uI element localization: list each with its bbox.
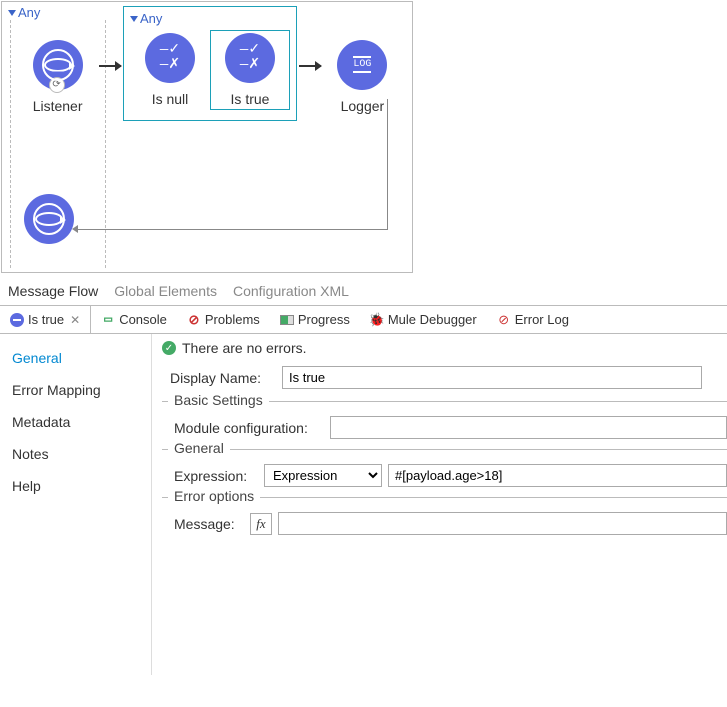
error-options-legend: Error options [168,488,260,504]
basic-settings-legend: Basic Settings [168,392,269,408]
general-fieldset: General Expression: Expression [162,449,727,487]
tab-console-label: Console [119,312,167,327]
tab-message-flow[interactable]: Message Flow [2,281,104,301]
connector-badge-icon: ⟳ [49,77,65,93]
flow-row: ⟳ Listener Any —✓—✗ Is null —✓—✗ [18,32,402,121]
properties-panel: General Error Mapping Metadata Notes Hel… [0,333,727,675]
inner-scope-text: Any [140,11,162,26]
error-icon: ⊘ [497,313,511,327]
tab-configuration-xml[interactable]: Configuration XML [227,281,355,301]
problems-icon: ⊘ [187,313,201,327]
tab-global-elements[interactable]: Global Elements [108,281,223,301]
module-config-label: Module configuration: [174,420,324,436]
tab-problems[interactable]: ⊘ Problems [177,306,270,333]
tab-error-log[interactable]: ⊘ Error Log [487,306,579,333]
module-config-input[interactable] [330,416,727,439]
arrow-icon [99,65,121,67]
tab-progress-label: Progress [298,312,350,327]
views-tabbar: Is true ✕ ▭ Console ⊘ Problems Progress … [0,305,727,333]
collapse-icon[interactable] [130,16,138,22]
logger-label: Logger [341,98,385,114]
tab-errorlog-label: Error Log [515,312,569,327]
http-listener-icon: ⟳ [33,40,83,90]
tab-istrue-properties[interactable]: Is true ✕ [0,306,91,333]
validator-icon: —✓—✗ [145,33,195,83]
outer-scope-text: Any [18,5,40,20]
message-input[interactable] [278,512,727,535]
flow-canvas[interactable]: Any ⟳ Listener Any —✓—✗ Is nul [1,1,413,273]
validator-icon: —✓—✗ [225,33,275,83]
properties-form: ✓ There are no errors. Display Name: Bas… [152,334,727,675]
tab-problems-label: Problems [205,312,260,327]
inner-scope[interactable]: Any —✓—✗ Is null —✓—✗ Is true [123,6,297,121]
status-line: ✓ There are no errors. [162,340,727,356]
expression-mode-select[interactable]: Expression [264,464,382,487]
logger-icon: LOG [337,40,387,90]
tab-console[interactable]: ▭ Console [91,306,177,333]
logger-node[interactable]: LOG Logger [323,40,402,114]
outer-scope-label[interactable]: Any [8,5,40,20]
validator-icon [10,313,24,327]
display-name-label: Display Name: [170,370,282,386]
expression-input[interactable] [388,464,727,487]
display-name-row: Display Name: [170,366,727,389]
error-handler-node[interactable] [24,194,74,244]
sidenav-general[interactable]: General [0,342,151,374]
error-route-line [387,99,388,229]
basic-settings-fieldset: Basic Settings Module configuration: [162,401,727,439]
listener-label: Listener [33,98,83,114]
sidenav-notes[interactable]: Notes [0,438,151,470]
properties-sidenav: General Error Mapping Metadata Notes Hel… [0,334,152,675]
isnull-node[interactable]: —✓—✗ Is null [130,33,210,107]
tab-progress[interactable]: Progress [270,306,360,333]
expression-label: Expression: [174,468,258,484]
sidenav-help[interactable]: Help [0,470,151,502]
tab-debugger-label: Mule Debugger [388,312,477,327]
sidenav-error-mapping[interactable]: Error Mapping [0,374,151,406]
close-icon[interactable]: ✕ [70,313,80,327]
inner-scope-label[interactable]: Any [130,11,290,26]
isnull-label: Is null [152,91,189,107]
console-icon: ▭ [101,313,115,327]
arrow-icon [299,65,321,67]
status-text: There are no errors. [182,340,307,356]
general-legend: General [168,440,230,456]
tab-istrue-label: Is true [28,312,64,327]
istrue-node[interactable]: —✓—✗ Is true [210,30,290,110]
collapse-icon[interactable] [8,10,16,16]
listener-node[interactable]: ⟳ Listener [18,40,97,114]
sidenav-metadata[interactable]: Metadata [0,406,151,438]
editor-mode-tabs: Message Flow Global Elements Configurati… [0,273,727,305]
progress-icon [280,315,294,325]
error-route-line [77,229,388,230]
istrue-label: Is true [231,91,270,107]
tab-mule-debugger[interactable]: 🐞 Mule Debugger [360,306,487,333]
http-icon [24,194,74,244]
fx-toggle-button[interactable]: fx [250,513,272,535]
error-options-fieldset: Error options Message: fx [162,497,727,535]
message-label: Message: [174,516,244,532]
bug-icon: 🐞 [370,313,384,327]
display-name-input[interactable] [282,366,702,389]
ok-icon: ✓ [162,341,176,355]
